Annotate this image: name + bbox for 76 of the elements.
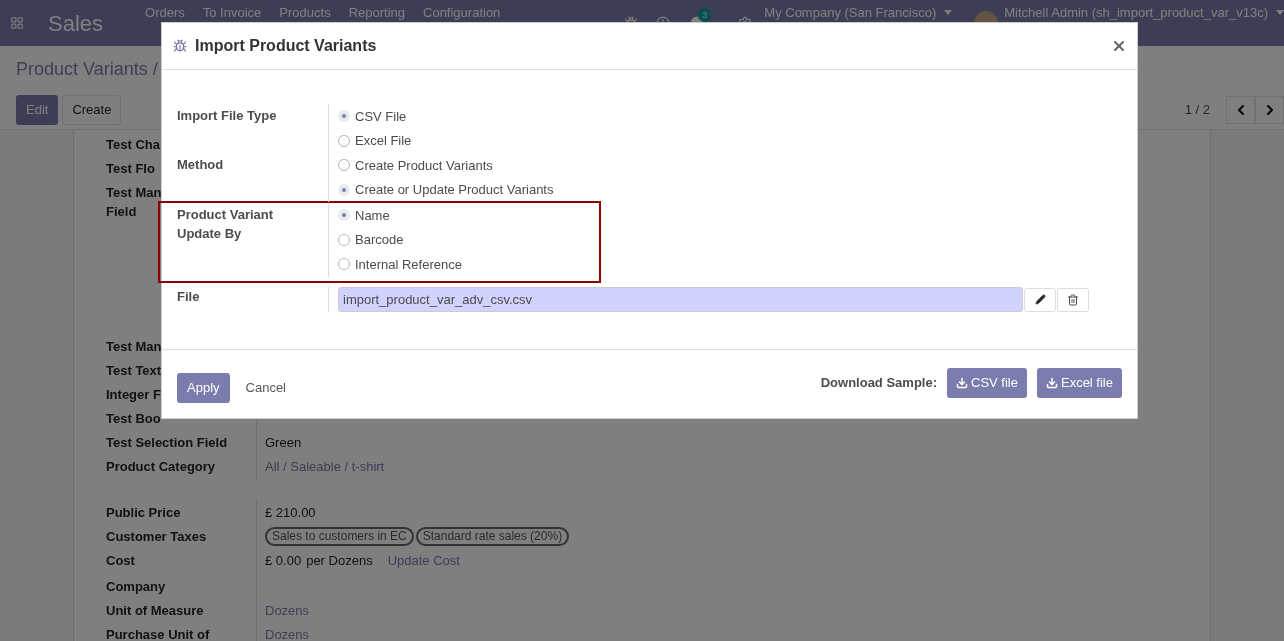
field-label: Test Man [106, 184, 162, 202]
radio-label: Name [355, 206, 390, 225]
delete-button[interactable] [1057, 287, 1089, 312]
dialog-title: Import Product Variants [195, 36, 377, 56]
field-label: Test Boo [106, 410, 161, 428]
close-icon[interactable] [1111, 38, 1127, 54]
trash-icon [1067, 293, 1079, 306]
radio-button[interactable] [338, 134, 350, 147]
next-button[interactable] [1255, 96, 1284, 124]
radio-label: Create Product Variants [355, 156, 493, 175]
field-value: £ 210.00 [265, 505, 316, 520]
radio-label: CSV File [355, 107, 407, 126]
field-value: Green [265, 435, 302, 450]
tax-tag: Sales to customers in EC [265, 527, 414, 546]
radio-label: Barcode [355, 231, 404, 249]
radio-button[interactable] [338, 258, 350, 271]
radio-button[interactable] [338, 183, 350, 196]
field-label: Customer Taxes [106, 528, 207, 546]
field-link[interactable]: Dozens [265, 603, 310, 618]
pencil-icon [1034, 294, 1046, 305]
field-label: Method [177, 156, 225, 174]
menu-item[interactable]: Reporting [348, 5, 405, 20]
field-label: File [177, 288, 201, 306]
download-button[interactable]: CSV file [947, 367, 1027, 398]
field-link[interactable]: All / Saleable / t-shirt [265, 459, 385, 474]
field-link[interactable]: Dozens [265, 627, 310, 641]
radio-button[interactable] [338, 110, 350, 123]
download-sample-label: Download Sample: [820, 373, 937, 392]
edit-button[interactable] [1024, 287, 1056, 312]
user-menu[interactable]: Mitchell Admin (sh_import_product_var_v13c) [1004, 5, 1284, 20]
apply-button[interactable]: Apply [177, 372, 230, 403]
app-name: Sales [48, 9, 104, 38]
radio-button[interactable] [338, 209, 350, 222]
radio-label: Create or Update Product Variants [355, 181, 554, 199]
download-icon [956, 376, 968, 389]
field-label: Import File Type [177, 107, 278, 125]
menu-item[interactable]: Configuration [423, 5, 501, 20]
menu-item[interactable]: To Invoice [202, 5, 262, 20]
radio-label: Internal Reference [355, 255, 462, 274]
unit-label: per Dozens [306, 552, 373, 570]
field-label: Product Category [106, 458, 216, 476]
update-cost-link[interactable]: Update Cost [387, 551, 460, 570]
download-button[interactable]: Excel file [1036, 367, 1122, 398]
caret-icon [1276, 10, 1284, 15]
pager-value: 1 / 2 [1184, 101, 1210, 120]
field-label: Unit of Measure [106, 602, 204, 620]
cancel-button[interactable]: Cancel [235, 372, 296, 403]
create-button[interactable]: Create [62, 95, 122, 125]
download-icon [1045, 376, 1058, 389]
radio-button[interactable] [338, 233, 350, 246]
field-label: Test Cha [106, 136, 160, 154]
radio-label: Excel File [355, 132, 412, 150]
field-label: Integer F [106, 386, 161, 404]
radio-button[interactable] [338, 159, 350, 172]
field-label: Test Flo [106, 160, 155, 178]
message-count: 3 [698, 8, 712, 22]
menu-item[interactable]: Products [279, 5, 331, 20]
field-label: Company [106, 578, 166, 596]
field-label: Public Price [106, 504, 181, 522]
field-label: Test Selection Field [106, 434, 228, 452]
field-label: Cost [106, 552, 135, 570]
field-label: Product Variant Update By [177, 206, 275, 243]
edit-button[interactable]: Edit [16, 95, 59, 125]
previous-button[interactable] [1226, 96, 1255, 124]
file-name-field[interactable]: import_product_var_adv_csv.csv [338, 287, 1023, 312]
tax-tag: Standard rate sales (20%) [415, 527, 570, 546]
menu-item[interactable]: Orders [145, 5, 185, 20]
caret-icon [944, 10, 953, 15]
field-label: Test Man [106, 338, 162, 356]
bug-icon [173, 39, 187, 53]
field-label: Purchase Unit of [106, 626, 210, 641]
field-label: Field [106, 203, 137, 221]
company-switcher[interactable]: My Company (San Francisco) [764, 5, 953, 20]
apps-menu-icon[interactable] [10, 16, 24, 30]
field-value: £ 0.00 [265, 552, 302, 570]
field-label: Test Text [106, 362, 162, 380]
